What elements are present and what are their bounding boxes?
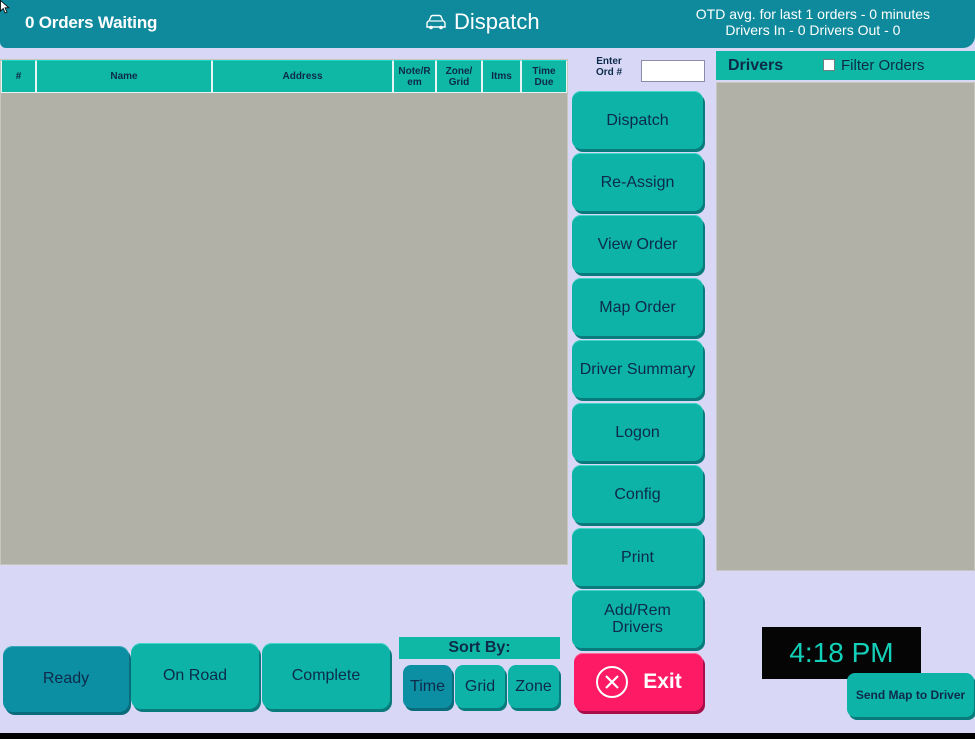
add-remove-drivers-button[interactable]: Add/Rem Drivers	[572, 590, 703, 648]
column-header-address[interactable]: Address	[212, 60, 393, 93]
reassign-button[interactable]: Re-Assign	[572, 153, 703, 211]
orders-table[interactable]: # Name Address Note/R em Zone/ Grid Itms…	[0, 59, 568, 565]
column-header-zone-grid[interactable]: Zone/ Grid	[436, 60, 482, 93]
clock-display: 4:18 PM	[762, 627, 921, 679]
filter-orders-label[interactable]: Filter Orders	[841, 57, 924, 74]
filter-orders-checkbox[interactable]	[823, 59, 835, 71]
enter-order-label: Enter Ord #	[595, 56, 623, 78]
view-order-button[interactable]: View Order	[572, 215, 703, 273]
otd-summary: OTD avg. for last 1 orders - 0 minutes D…	[696, 6, 930, 38]
logon-button[interactable]: Logon	[572, 403, 703, 461]
title-text: Dispatch	[454, 9, 540, 34]
config-button[interactable]: Config	[572, 465, 703, 523]
complete-button[interactable]: Complete	[262, 643, 390, 709]
exit-label: Exit	[643, 670, 682, 693]
close-circle-icon	[596, 666, 629, 698]
sort-grid-button[interactable]: Grid	[455, 665, 505, 708]
print-button[interactable]: Print	[572, 528, 703, 586]
driver-summary-button[interactable]: Driver Summary	[572, 340, 703, 398]
orders-table-header: # Name Address Note/R em Zone/ Grid Itms…	[1, 60, 567, 93]
drivers-title: Drivers	[728, 57, 784, 74]
column-header-time-due[interactable]: Time Due	[521, 60, 567, 93]
taskbar-strip	[0, 733, 975, 739]
enter-order-input[interactable]	[641, 60, 705, 82]
otd-average: OTD avg. for last 1 orders - 0 minutes	[695, 6, 930, 22]
header-bar: 0 Orders Waiting Dispatch OTD avg. for l…	[0, 0, 975, 48]
ready-button[interactable]: Ready	[3, 646, 129, 712]
exit-button[interactable]: Exit	[574, 653, 703, 711]
column-header-name[interactable]: Name	[36, 60, 212, 93]
drivers-in-out: Drivers In - 0 Drivers Out - 0	[725, 22, 901, 38]
page-title: Dispatch	[426, 9, 540, 35]
mouse-cursor-icon	[0, 0, 10, 14]
send-map-to-driver-button[interactable]: Send Map to Driver	[847, 673, 974, 717]
column-header-note[interactable]: Note/R em	[393, 60, 436, 93]
sort-by-label: Sort By:	[399, 637, 560, 659]
map-order-button[interactable]: Map Order	[572, 278, 703, 336]
orders-waiting-count: 0 Orders Waiting	[25, 13, 158, 32]
sort-zone-button[interactable]: Zone	[508, 665, 559, 708]
drivers-header: Drivers Filter Orders	[716, 51, 975, 80]
on-road-button[interactable]: On Road	[131, 643, 259, 709]
sort-time-button[interactable]: Time	[403, 665, 452, 708]
column-header-number[interactable]: #	[1, 60, 36, 93]
column-header-items[interactable]: Itms	[482, 60, 521, 93]
drivers-list[interactable]	[716, 82, 975, 571]
car-icon	[426, 14, 446, 30]
dispatch-button[interactable]: Dispatch	[572, 91, 703, 149]
